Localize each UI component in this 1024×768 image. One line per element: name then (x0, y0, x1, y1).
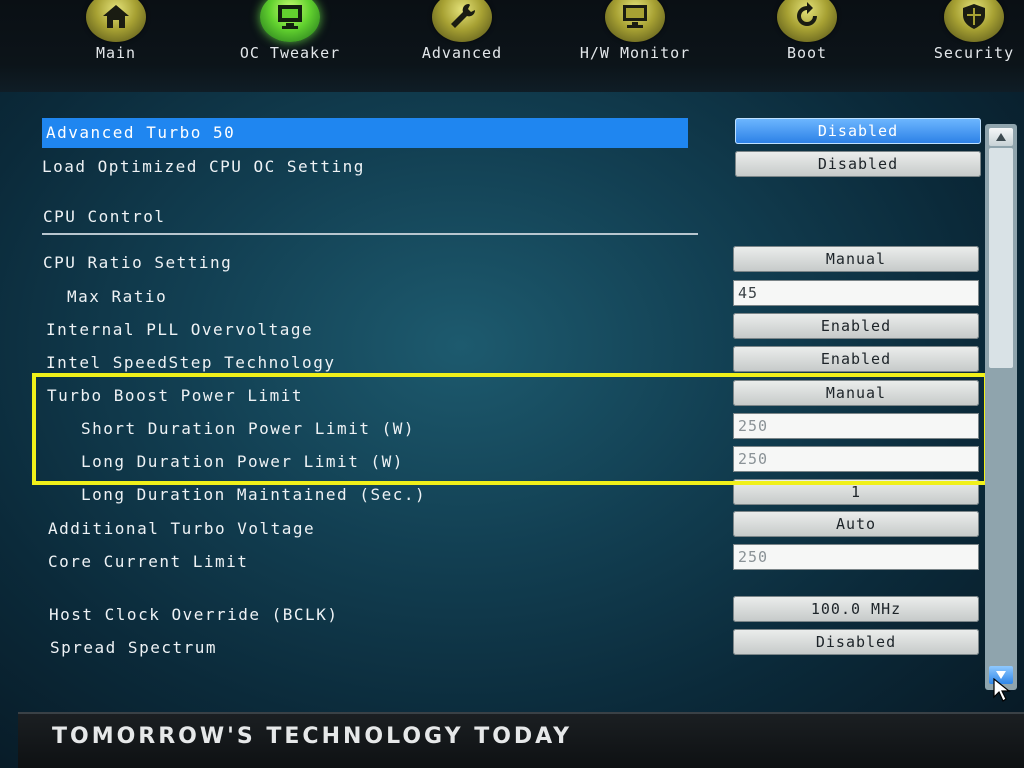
tab-oc-tweaker-label: OC Tweaker (239, 44, 341, 62)
shield-icon (944, 0, 1004, 42)
cpu-ratio-setting-value[interactable]: Manual (733, 246, 979, 272)
refresh-icon (777, 0, 837, 42)
spread-spectrum-option[interactable]: Spread Spectrum (50, 633, 217, 663)
max-ratio-input[interactable]: 45 (733, 280, 979, 306)
mouse-cursor-icon (993, 678, 1011, 702)
tab-advanced-label: Advanced (421, 44, 503, 62)
tab-security-label: Security (933, 44, 1015, 62)
bios-screen: Main OC Tweaker Advanced H/W Monitor Boo… (0, 0, 1024, 768)
load-optimized-cpu-oc-value[interactable]: Disabled (735, 151, 981, 177)
tab-main-label: Main (95, 44, 137, 62)
spread-spectrum-value[interactable]: Disabled (733, 629, 979, 655)
max-ratio-option[interactable]: Max Ratio (67, 282, 167, 312)
monitor-icon (605, 0, 665, 42)
advanced-turbo-50-option[interactable]: Advanced Turbo 50 (42, 118, 688, 148)
tab-advanced[interactable]: Advanced (392, 0, 532, 76)
core-current-limit-input[interactable]: 250 (733, 544, 979, 570)
advanced-turbo-50-value[interactable]: Disabled (735, 118, 981, 144)
additional-turbo-voltage-option[interactable]: Additional Turbo Voltage (48, 514, 315, 544)
section-divider (42, 233, 698, 235)
intel-speedstep-value[interactable]: Enabled (733, 346, 979, 372)
additional-turbo-voltage-value[interactable]: Auto (733, 511, 979, 537)
core-current-limit-option[interactable]: Core Current Limit (48, 547, 248, 577)
scroll-thumb[interactable] (989, 148, 1013, 368)
host-clock-override-value[interactable]: 100.0 MHz (733, 596, 979, 622)
tab-security[interactable]: Security (904, 0, 1024, 76)
cpu-control-heading: CPU Control (43, 207, 166, 226)
home-icon (86, 0, 146, 42)
load-optimized-cpu-oc-option[interactable]: Load Optimized CPU OC Setting (42, 152, 365, 182)
highlight-box (32, 373, 988, 485)
tab-boot-label: Boot (786, 44, 828, 62)
tab-oc-tweaker[interactable]: OC Tweaker (220, 0, 360, 76)
internal-pll-overvoltage-option[interactable]: Internal PLL Overvoltage (46, 315, 313, 345)
monitor-chip-icon (260, 0, 320, 42)
tab-boot[interactable]: Boot (737, 0, 877, 76)
cpu-ratio-setting-option[interactable]: CPU Ratio Setting (43, 248, 232, 278)
footer-tagline: TOMORROW'S TECHNOLOGY TODAY (52, 724, 573, 749)
wrench-icon (432, 0, 492, 42)
tab-hw-monitor-label: H/W Monitor (579, 44, 691, 62)
footer-bar: TOMORROW'S TECHNOLOGY TODAY (18, 712, 1024, 768)
tab-hw-monitor[interactable]: H/W Monitor (565, 0, 705, 76)
scrollbar[interactable] (985, 124, 1017, 690)
tab-main[interactable]: Main (46, 0, 186, 76)
scroll-up-button[interactable] (989, 128, 1013, 146)
host-clock-override-option[interactable]: Host Clock Override (BCLK) (49, 600, 338, 630)
top-nav-bar: Main OC Tweaker Advanced H/W Monitor Boo… (0, 0, 1024, 92)
internal-pll-overvoltage-value[interactable]: Enabled (733, 313, 979, 339)
arrow-up-icon (996, 133, 1006, 141)
